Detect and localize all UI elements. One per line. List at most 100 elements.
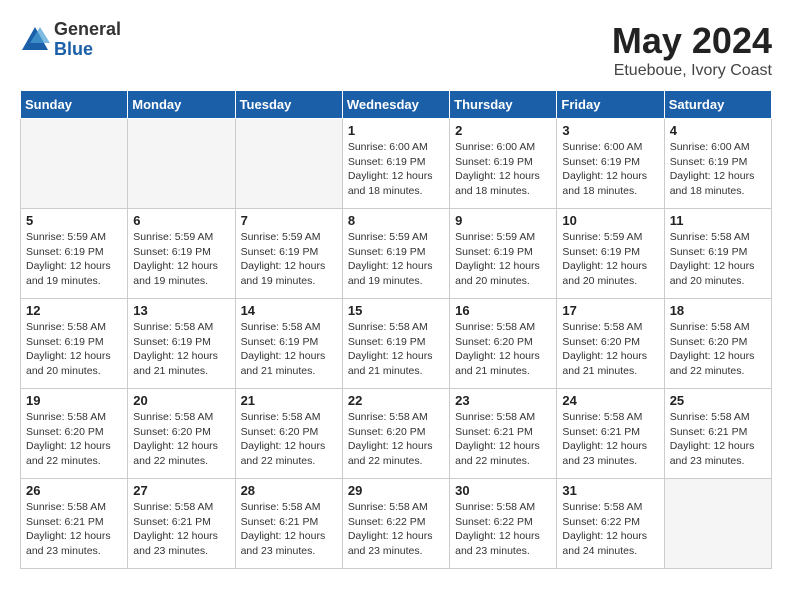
calendar-cell: 12 Sunrise: 5:58 AM Sunset: 6:19 PM Dayli… bbox=[21, 299, 128, 389]
day-info: Sunrise: 5:59 AM Sunset: 6:19 PM Dayligh… bbox=[241, 230, 337, 289]
day-number: 11 bbox=[670, 213, 766, 228]
day-info: Sunrise: 5:58 AM Sunset: 6:20 PM Dayligh… bbox=[455, 320, 551, 379]
logo-general: General bbox=[54, 20, 121, 40]
calendar-cell: 28Sunrise: 5:58 AM Sunset: 6:21 PM Dayli… bbox=[235, 479, 342, 569]
calendar-cell bbox=[21, 119, 128, 209]
day-info: Sunrise: 6:00 AM Sunset: 6:19 PM Dayligh… bbox=[562, 140, 658, 199]
day-info: Sunrise: 6:00 AM Sunset: 6:19 PM Dayligh… bbox=[670, 140, 766, 199]
day-info: Sunrise: 5:58 AM Sunset: 6:21 PM Dayligh… bbox=[133, 500, 229, 559]
day-number: 13 bbox=[133, 303, 229, 318]
day-info: Sunrise: 5:59 AM Sunset: 6:19 PM Dayligh… bbox=[348, 230, 444, 289]
calendar-cell: 25 Sunrise: 5:58 AM Sunset: 6:21 PM Dayli… bbox=[664, 389, 771, 479]
logo: General Blue bbox=[20, 20, 121, 60]
day-number: 30 bbox=[455, 483, 551, 498]
weekday-header: Monday bbox=[128, 91, 235, 119]
day-number: 1 bbox=[348, 123, 444, 138]
calendar-cell: 19Sunrise: 5:58 AM Sunset: 6:20 PM Dayli… bbox=[21, 389, 128, 479]
day-number: 21 bbox=[241, 393, 337, 408]
weekday-header: Sunday bbox=[21, 91, 128, 119]
day-number: 14 bbox=[241, 303, 337, 318]
day-info: Sunrise: 5:58 AM Sunset: 6:21 PM Dayligh… bbox=[670, 410, 766, 469]
day-info: Sunrise: 5:58 AM Sunset: 6:20 PM Dayligh… bbox=[133, 410, 229, 469]
weekday-header: Saturday bbox=[664, 91, 771, 119]
calendar-cell: 13 Sunrise: 5:58 AM Sunset: 6:19 PM Dayli… bbox=[128, 299, 235, 389]
calendar-cell: 15 Sunrise: 5:58 AM Sunset: 6:19 PM Dayli… bbox=[342, 299, 449, 389]
day-number: 24 bbox=[562, 393, 658, 408]
day-info: Sunrise: 5:58 AM Sunset: 6:22 PM Dayligh… bbox=[455, 500, 551, 559]
calendar-cell: 8Sunrise: 5:59 AM Sunset: 6:19 PM Daylig… bbox=[342, 209, 449, 299]
day-info: Sunrise: 6:00 AM Sunset: 6:19 PM Dayligh… bbox=[348, 140, 444, 199]
calendar-cell: 29 Sunrise: 5:58 AM Sunset: 6:22 PM Dayli… bbox=[342, 479, 449, 569]
logo-icon bbox=[20, 25, 50, 55]
day-number: 31 bbox=[562, 483, 658, 498]
weekday-header: Thursday bbox=[450, 91, 557, 119]
weekday-header: Wednesday bbox=[342, 91, 449, 119]
day-info: Sunrise: 5:59 AM Sunset: 6:19 PM Dayligh… bbox=[562, 230, 658, 289]
day-number: 2 bbox=[455, 123, 551, 138]
day-info: Sunrise: 5:58 AM Sunset: 6:22 PM Dayligh… bbox=[348, 500, 444, 559]
day-info: Sunrise: 5:59 AM Sunset: 6:19 PM Dayligh… bbox=[133, 230, 229, 289]
day-info: Sunrise: 5:58 AM Sunset: 6:20 PM Dayligh… bbox=[348, 410, 444, 469]
calendar-cell: 9Sunrise: 5:59 AM Sunset: 6:19 PM Daylig… bbox=[450, 209, 557, 299]
calendar-week-row: 26Sunrise: 5:58 AM Sunset: 6:21 PM Dayli… bbox=[21, 479, 772, 569]
day-info: Sunrise: 5:58 AM Sunset: 6:19 PM Dayligh… bbox=[348, 320, 444, 379]
day-info: Sunrise: 5:58 AM Sunset: 6:19 PM Dayligh… bbox=[26, 320, 122, 379]
calendar-cell: 16 Sunrise: 5:58 AM Sunset: 6:20 PM Dayli… bbox=[450, 299, 557, 389]
day-info: Sunrise: 5:58 AM Sunset: 6:20 PM Dayligh… bbox=[562, 320, 658, 379]
day-info: Sunrise: 5:58 AM Sunset: 6:21 PM Dayligh… bbox=[241, 500, 337, 559]
day-info: Sunrise: 5:58 AM Sunset: 6:20 PM Dayligh… bbox=[670, 320, 766, 379]
day-info: Sunrise: 5:58 AM Sunset: 6:20 PM Dayligh… bbox=[26, 410, 122, 469]
title-area: May 2024 Etueboue, Ivory Coast bbox=[612, 20, 772, 80]
day-number: 4 bbox=[670, 123, 766, 138]
calendar-cell: 14Sunrise: 5:58 AM Sunset: 6:19 PM Dayli… bbox=[235, 299, 342, 389]
calendar-cell: 3 Sunrise: 6:00 AM Sunset: 6:19 PM Daylig… bbox=[557, 119, 664, 209]
day-info: Sunrise: 5:58 AM Sunset: 6:22 PM Dayligh… bbox=[562, 500, 658, 559]
subtitle: Etueboue, Ivory Coast bbox=[612, 62, 772, 80]
calendar-week-row: 19Sunrise: 5:58 AM Sunset: 6:20 PM Dayli… bbox=[21, 389, 772, 479]
calendar-header: SundayMondayTuesdayWednesdayThursdayFrid… bbox=[21, 91, 772, 119]
day-info: Sunrise: 5:58 AM Sunset: 6:19 PM Dayligh… bbox=[133, 320, 229, 379]
day-number: 20 bbox=[133, 393, 229, 408]
weekday-header: Tuesday bbox=[235, 91, 342, 119]
day-number: 12 bbox=[26, 303, 122, 318]
calendar-cell: 20 Sunrise: 5:58 AM Sunset: 6:20 PM Dayli… bbox=[128, 389, 235, 479]
calendar-cell bbox=[664, 479, 771, 569]
calendar-cell bbox=[128, 119, 235, 209]
logo-blue: Blue bbox=[54, 40, 121, 60]
day-number: 25 bbox=[670, 393, 766, 408]
calendar-cell: 23Sunrise: 5:58 AM Sunset: 6:21 PM Dayli… bbox=[450, 389, 557, 479]
calendar-body: 1 Sunrise: 6:00 AM Sunset: 6:19 PM Daylig… bbox=[21, 119, 772, 569]
day-info: Sunrise: 5:58 AM Sunset: 6:20 PM Dayligh… bbox=[241, 410, 337, 469]
day-number: 27 bbox=[133, 483, 229, 498]
day-info: Sunrise: 5:58 AM Sunset: 6:21 PM Dayligh… bbox=[562, 410, 658, 469]
day-number: 16 bbox=[455, 303, 551, 318]
calendar-cell: 5 Sunrise: 5:59 AM Sunset: 6:19 PM Daylig… bbox=[21, 209, 128, 299]
calendar-cell: 7 Sunrise: 5:59 AM Sunset: 6:19 PM Daylig… bbox=[235, 209, 342, 299]
day-info: Sunrise: 5:58 AM Sunset: 6:19 PM Dayligh… bbox=[670, 230, 766, 289]
calendar-cell: 24 Sunrise: 5:58 AM Sunset: 6:21 PM Dayli… bbox=[557, 389, 664, 479]
calendar-cell: 6Sunrise: 5:59 AM Sunset: 6:19 PM Daylig… bbox=[128, 209, 235, 299]
day-number: 15 bbox=[348, 303, 444, 318]
day-info: Sunrise: 5:59 AM Sunset: 6:19 PM Dayligh… bbox=[455, 230, 551, 289]
day-number: 7 bbox=[241, 213, 337, 228]
day-number: 29 bbox=[348, 483, 444, 498]
main-title: May 2024 bbox=[612, 20, 772, 62]
day-number: 22 bbox=[348, 393, 444, 408]
calendar-week-row: 5 Sunrise: 5:59 AM Sunset: 6:19 PM Daylig… bbox=[21, 209, 772, 299]
day-number: 10 bbox=[562, 213, 658, 228]
day-info: Sunrise: 6:00 AM Sunset: 6:19 PM Dayligh… bbox=[455, 140, 551, 199]
day-info: Sunrise: 5:58 AM Sunset: 6:21 PM Dayligh… bbox=[455, 410, 551, 469]
day-number: 5 bbox=[26, 213, 122, 228]
calendar-cell: 30 Sunrise: 5:58 AM Sunset: 6:22 PM Dayli… bbox=[450, 479, 557, 569]
day-number: 3 bbox=[562, 123, 658, 138]
day-number: 18 bbox=[670, 303, 766, 318]
calendar-cell: 17 Sunrise: 5:58 AM Sunset: 6:20 PM Dayli… bbox=[557, 299, 664, 389]
calendar: SundayMondayTuesdayWednesdayThursdayFrid… bbox=[20, 90, 772, 569]
day-info: Sunrise: 5:58 AM Sunset: 6:21 PM Dayligh… bbox=[26, 500, 122, 559]
calendar-cell: 11 Sunrise: 5:58 AM Sunset: 6:19 PM Dayli… bbox=[664, 209, 771, 299]
calendar-week-row: 1 Sunrise: 6:00 AM Sunset: 6:19 PM Daylig… bbox=[21, 119, 772, 209]
calendar-cell: 1 Sunrise: 6:00 AM Sunset: 6:19 PM Daylig… bbox=[342, 119, 449, 209]
calendar-cell bbox=[235, 119, 342, 209]
day-number: 17 bbox=[562, 303, 658, 318]
day-info: Sunrise: 5:59 AM Sunset: 6:19 PM Dayligh… bbox=[26, 230, 122, 289]
